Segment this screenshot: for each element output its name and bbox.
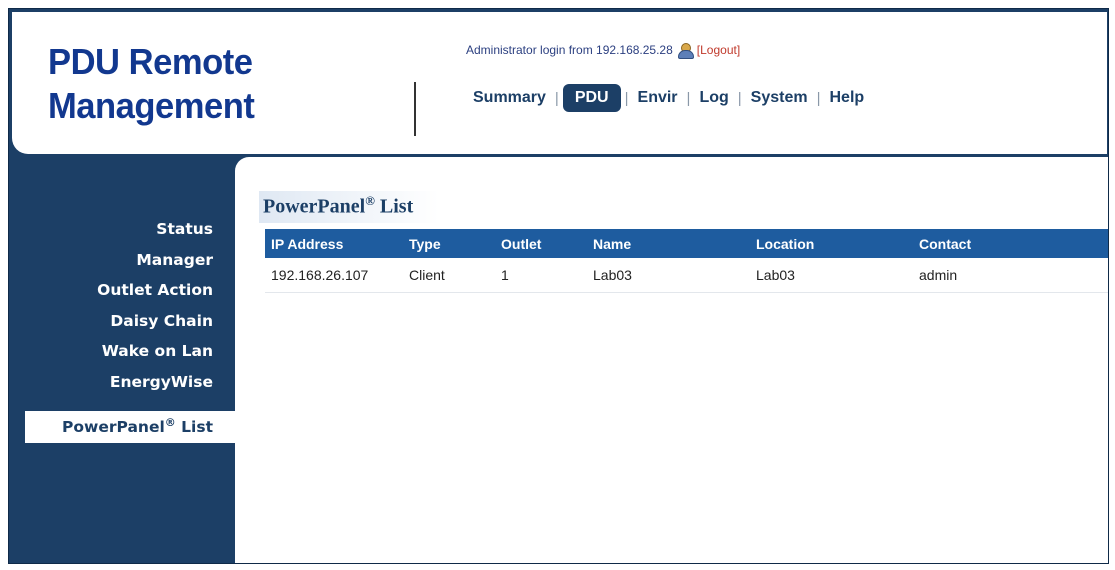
col-location: Location bbox=[750, 229, 913, 258]
nav-envir[interactable]: Envir bbox=[629, 89, 687, 107]
cell-contact: admin bbox=[913, 258, 1108, 293]
cell-outlet: 1 bbox=[495, 258, 587, 293]
sidebar-item-powerpanel-list[interactable]: PowerPanel® List bbox=[25, 411, 235, 443]
sidebar-item-energywise[interactable]: EnergyWise bbox=[9, 367, 235, 398]
sidebar-active-label: PowerPanel bbox=[62, 418, 165, 436]
user-icon bbox=[677, 43, 694, 59]
app-frame: PDU Remote Management Administrator logi… bbox=[8, 8, 1109, 564]
nav-system[interactable]: System bbox=[742, 89, 817, 107]
logo-line-1: PDU Remote bbox=[48, 41, 253, 82]
cell-name: Lab03 bbox=[587, 258, 750, 293]
registered-mark: ® bbox=[164, 415, 176, 429]
table-header-row: IP Address Type Outlet Name Location Con… bbox=[265, 229, 1108, 258]
cell-type: Client bbox=[403, 258, 495, 293]
col-outlet: Outlet bbox=[495, 229, 587, 258]
app-logo: PDU Remote Management bbox=[48, 40, 255, 128]
nav-log[interactable]: Log bbox=[690, 89, 737, 107]
col-ip-address: IP Address bbox=[265, 229, 403, 258]
main-content: PowerPanel® List IP Address Type Outlet … bbox=[235, 157, 1108, 563]
sidebar-item-status[interactable]: Status bbox=[9, 214, 235, 245]
sidebar-item-wake-on-lan[interactable]: Wake on Lan bbox=[9, 336, 235, 367]
cell-location: Lab03 bbox=[750, 258, 913, 293]
col-name: Name bbox=[587, 229, 750, 258]
nav-separator: | bbox=[554, 89, 559, 107]
registered-mark: ® bbox=[365, 193, 375, 208]
sidebar: Status Manager Outlet Action Daisy Chain… bbox=[9, 214, 235, 443]
col-contact: Contact bbox=[913, 229, 1108, 258]
main-nav: Summary | PDU | Envir | Log | System | H… bbox=[464, 84, 873, 112]
page-title-text: PowerPanel bbox=[263, 195, 366, 218]
cell-ip-address: 192.168.26.107 bbox=[265, 258, 403, 293]
sidebar-active-suffix: List bbox=[175, 418, 213, 436]
logo-line-2: Management bbox=[48, 85, 255, 126]
header: PDU Remote Management Administrator logi… bbox=[12, 12, 1107, 154]
page-title-suffix: List bbox=[374, 195, 414, 218]
powerpanel-table: IP Address Type Outlet Name Location Con… bbox=[265, 229, 1108, 293]
header-divider bbox=[414, 82, 416, 136]
page-title: PowerPanel® List bbox=[259, 191, 440, 223]
login-info: Administrator login from 192.168.25.28 [… bbox=[466, 43, 740, 59]
login-text: Administrator login from 192.168.25.28 bbox=[466, 43, 673, 57]
sidebar-item-outlet-action[interactable]: Outlet Action bbox=[9, 275, 235, 306]
sidebar-item-daisy-chain[interactable]: Daisy Chain bbox=[9, 306, 235, 337]
table-row: 192.168.26.107 Client 1 Lab03 Lab03 admi… bbox=[265, 258, 1108, 293]
nav-summary[interactable]: Summary bbox=[464, 89, 555, 107]
col-type: Type bbox=[403, 229, 495, 258]
sidebar-item-manager[interactable]: Manager bbox=[9, 245, 235, 276]
logout-link[interactable]: [Logout] bbox=[697, 43, 740, 57]
nav-help[interactable]: Help bbox=[821, 89, 874, 107]
nav-pdu[interactable]: PDU bbox=[562, 84, 621, 112]
